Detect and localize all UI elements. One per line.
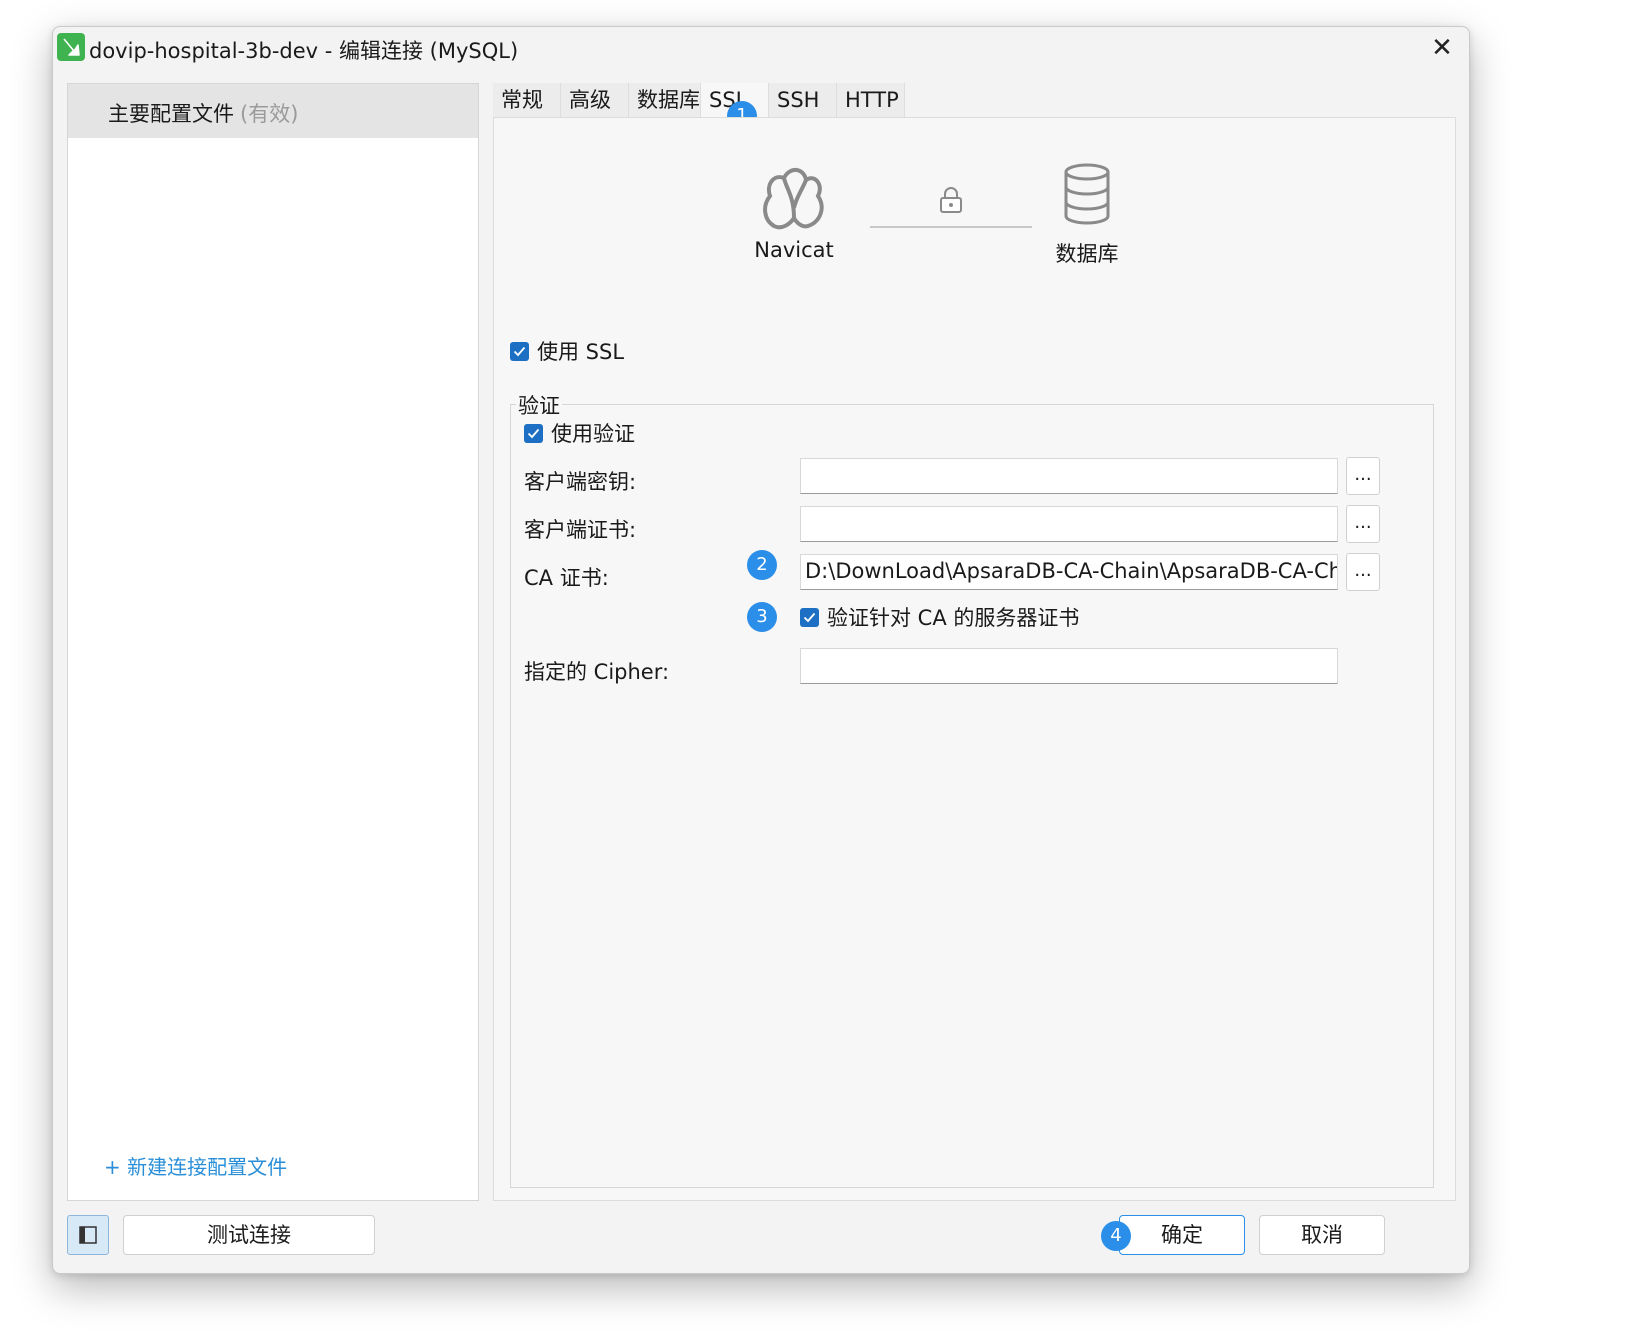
edit-connection-dialog: dovip-hospital-3b-dev - 编辑连接 (MySQL) ✕ 主… bbox=[52, 26, 1470, 1274]
tab-ssh[interactable]: SSH bbox=[769, 83, 837, 117]
ca-cert-browse-button[interactable]: ... bbox=[1346, 553, 1380, 591]
client-key-browse-button[interactable]: ... bbox=[1346, 457, 1380, 495]
test-connection-button[interactable]: 测试连接 bbox=[123, 1215, 375, 1255]
cipher-label: 指定的 Cipher: bbox=[524, 660, 670, 684]
database-icon bbox=[1064, 163, 1110, 225]
lock-icon bbox=[940, 187, 962, 213]
ca-cert-input[interactable]: D:\DownLoad\ApsaraDB-CA-Chain\ApsaraDB-C… bbox=[800, 554, 1338, 590]
sidebar-toggle-button[interactable] bbox=[67, 1215, 109, 1255]
checkbox-checked-icon bbox=[510, 341, 529, 361]
step-badge-3: 3 bbox=[747, 602, 777, 632]
navicat-app-icon bbox=[57, 33, 85, 61]
step-badge-4: 4 bbox=[1101, 1221, 1131, 1251]
profile-status: (有效) bbox=[240, 102, 299, 126]
cancel-button[interactable]: 取消 bbox=[1259, 1215, 1385, 1255]
use-ssl-label: 使用 SSL bbox=[537, 340, 625, 364]
close-button[interactable]: ✕ bbox=[1427, 33, 1457, 63]
client-label: Navicat bbox=[754, 238, 834, 262]
client-cert-label: 客户端证书: bbox=[524, 518, 637, 542]
client-cert-browse-button[interactable]: ... bbox=[1346, 505, 1380, 543]
verify-ca-label: 验证针对 CA 的服务器证书 bbox=[827, 606, 1080, 630]
use-auth-checkbox[interactable]: 使用验证 bbox=[524, 418, 635, 448]
use-ssl-checkbox[interactable]: 使用 SSL bbox=[510, 336, 624, 366]
server-label: 数据库 bbox=[1055, 242, 1119, 266]
client-cert-input[interactable] bbox=[800, 506, 1338, 542]
ok-button[interactable]: 确定 bbox=[1119, 1215, 1245, 1255]
ca-cert-label: CA 证书: bbox=[524, 566, 609, 590]
client-key-label: 客户端密钥: bbox=[524, 470, 637, 494]
close-icon: ✕ bbox=[1431, 33, 1453, 63]
tab-advanced[interactable]: 高级 bbox=[561, 83, 629, 117]
cipher-input[interactable] bbox=[800, 648, 1338, 684]
title-bar: dovip-hospital-3b-dev - 编辑连接 (MySQL) ✕ bbox=[53, 27, 1469, 69]
tab-database[interactable]: 数据库 bbox=[629, 83, 701, 117]
profile-name: 主要配置文件 bbox=[108, 102, 234, 126]
use-auth-label: 使用验证 bbox=[551, 422, 635, 446]
connection-line bbox=[870, 226, 1032, 228]
step-badge-2: 2 bbox=[747, 550, 777, 580]
new-profile-link[interactable]: + 新建连接配置文件 bbox=[104, 1151, 287, 1180]
sidebar-toggle-icon bbox=[79, 1226, 97, 1244]
verify-ca-checkbox[interactable]: 验证针对 CA 的服务器证书 bbox=[800, 602, 1079, 632]
ssl-tab-content: Navicat 数据库 使用 SSL 验证 使用验证 客户端密钥: ... 客户… bbox=[493, 117, 1456, 1201]
profile-list-panel: 主要配置文件 (有效) + 新建连接配置文件 bbox=[67, 83, 479, 1201]
checkbox-checked-icon bbox=[524, 423, 543, 443]
tab-http[interactable]: HTTP bbox=[837, 83, 905, 117]
dialog-footer: 测试连接 4 确定 取消 bbox=[53, 1211, 1469, 1273]
auth-group-title: 验证 bbox=[516, 390, 562, 420]
checkbox-checked-icon bbox=[800, 607, 819, 627]
navicat-logo-icon bbox=[763, 168, 824, 230]
tab-general[interactable]: 常规 bbox=[493, 83, 561, 117]
window-title: dovip-hospital-3b-dev - 编辑连接 (MySQL) bbox=[89, 39, 519, 63]
client-key-input[interactable] bbox=[800, 458, 1338, 494]
profile-item-main[interactable]: 主要配置文件 (有效) bbox=[68, 84, 478, 138]
